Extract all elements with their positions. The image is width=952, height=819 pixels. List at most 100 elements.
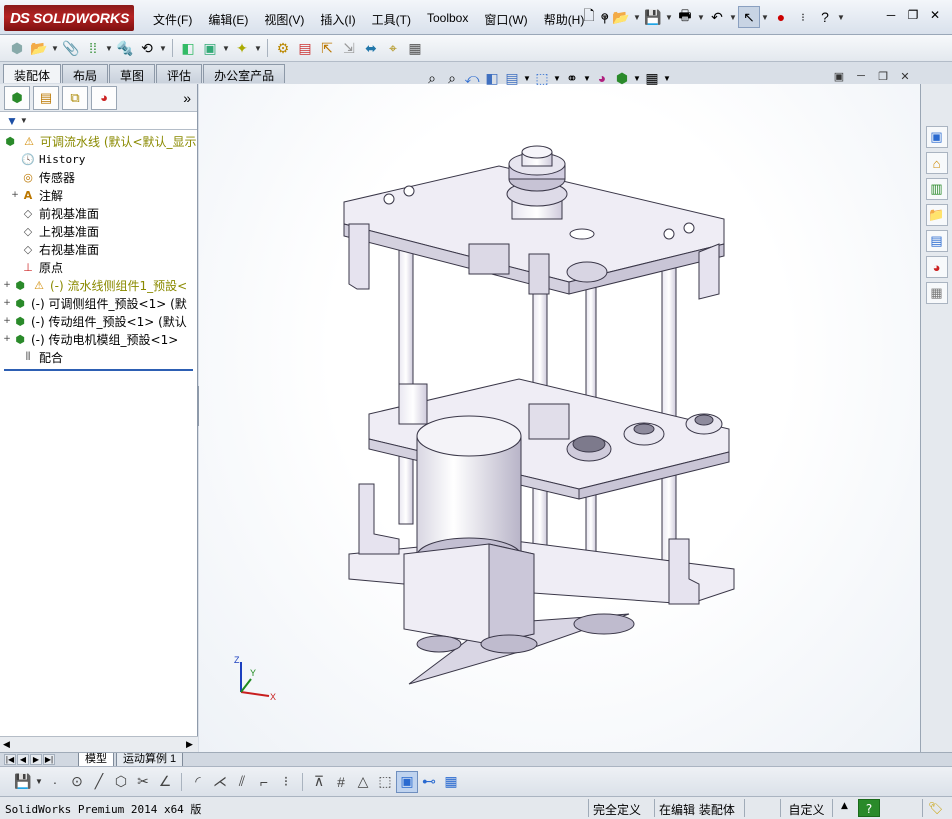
edit-component-icon[interactable]: ⬢ [6,37,28,59]
units-selector[interactable]: 自定义 [780,799,832,817]
corner-icon[interactable]: ⌐ [253,771,275,793]
tree-item-top-plane[interactable]: ◇ 上视基准面 [0,222,197,240]
horizontal-scrollbar[interactable]: ◀ ▶ [0,736,198,752]
display-style-dropdown-icon[interactable]: ▼ [582,74,592,83]
tree-item-right-plane[interactable]: ◇ 右视基准面 [0,240,197,258]
measure-icon[interactable]: ⊷ [418,771,440,793]
save-icon[interactable]: 💾 [12,771,34,793]
instant3d-icon[interactable]: ⌖ [382,37,404,59]
move-component-icon[interactable]: ⟲ [136,37,158,59]
options-icon[interactable]: ⁝ [792,6,814,28]
interference-detection-icon[interactable]: ⬌ [360,37,382,59]
tab-assembly[interactable]: 装配体 [3,64,62,83]
units-arrow-icon[interactable]: ▲ [832,799,856,817]
save-icon[interactable]: 💾 [642,6,664,28]
first-tab-icon[interactable]: |◀ [4,754,16,765]
point-icon[interactable]: · [44,771,66,793]
open-folder-icon[interactable]: 📂 [610,6,632,28]
line-icon[interactable]: ╱ [88,771,110,793]
orientation-dropdown-icon[interactable]: ▼ [552,74,562,83]
apply-scene-icon[interactable]: ⬢ [612,68,632,88]
view-palette-icon[interactable]: ▤ [925,230,948,252]
zoom-to-area-icon[interactable]: ⌕ [442,68,462,88]
minimize-icon[interactable]: ─ [880,8,902,26]
undo-icon[interactable]: ↶ [706,6,728,28]
tab-evaluate[interactable]: 评估 [156,64,203,83]
previous-tab-icon[interactable]: ◀ [17,754,29,765]
menu-insert[interactable]: 插入(I) [312,8,363,31]
expand-icon[interactable]: + [2,334,12,344]
construction-icon[interactable]: ⁝ [275,771,297,793]
trim-icon[interactable]: ✂ [132,771,154,793]
propertymanager-tab-icon[interactable]: ▤ [33,85,59,110]
tree-item-front-plane[interactable]: ◇ 前视基准面 [0,204,197,222]
scroll-right-icon[interactable]: ▶ [186,739,193,750]
fillet-icon[interactable]: ◜ [187,771,209,793]
angle-icon[interactable]: ∠ [154,771,176,793]
dimension-icon[interactable]: ⊼ [308,771,330,793]
linear-pattern-icon[interactable]: ⁞⁞ [82,37,104,59]
status-help-icon[interactable]: ? [858,799,880,817]
viewport-split-icon[interactable]: ▣ [828,70,850,86]
insert-dropdown-icon[interactable]: ▼ [50,44,60,53]
featuremanager-tab-icon[interactable]: ⬢ [4,85,30,110]
polygon-icon[interactable]: ⬡ [110,771,132,793]
tab-layout[interactable]: 布局 [62,64,109,83]
save-dropdown-icon[interactable]: ▼ [664,13,674,22]
tree-item-subassembly[interactable]: + ⬢ ⚠ (-) 流水线侧组件1_预設< [0,276,197,294]
shaded-display-icon[interactable]: ▦ [404,37,426,59]
grid-icon[interactable]: # [330,771,352,793]
insert-component-icon[interactable]: 📂 [28,37,50,59]
next-tab-icon[interactable]: ▶ [30,754,42,765]
tab-office-products[interactable]: 办公室产品 [203,64,286,83]
tree-item-annotations[interactable]: + A 注解 [0,186,197,204]
section-view-icon[interactable]: ◧ [482,68,502,88]
help-question-icon[interactable]: ? [814,6,836,28]
select-dropdown-icon[interactable]: ▼ [760,13,770,22]
configurationmanager-tab-icon[interactable]: ⧉ [62,85,88,110]
table-icon[interactable]: ▦ [440,771,462,793]
pattern-dropdown-icon[interactable]: ▼ [104,44,114,53]
print-icon[interactable]: 🖶 [674,6,696,28]
select-arrow-icon[interactable]: ↖ [738,6,760,28]
save-dropdown-icon[interactable]: ▼ [34,777,44,786]
features-dropdown-icon[interactable]: ▼ [221,44,231,53]
assembly-model-view[interactable] [199,84,920,752]
close-icon[interactable]: ✕ [924,8,946,26]
viewport-restore-icon[interactable]: ❐ [872,70,894,86]
tree-root-assembly[interactable]: ⬢ ⚠ 可调流水线 (默认<默认_显示 [0,132,197,150]
viewport-minimize-icon[interactable]: ─ [850,70,872,86]
assembly-features-icon[interactable]: ▣ [199,37,221,59]
explode-line-sketch-icon[interactable]: ⇲ [338,37,360,59]
undo-dropdown-icon[interactable]: ▼ [728,13,738,22]
solidworks-resources-icon[interactable]: ▣ [925,126,948,148]
design-library-icon[interactable]: ▥ [925,178,948,200]
print-dropdown-icon[interactable]: ▼ [696,13,706,22]
appearances-icon[interactable]: ◕ [925,256,948,278]
scroll-left-icon[interactable]: ◀ [3,739,10,750]
menu-view[interactable]: 视图(V) [256,8,312,31]
menu-file[interactable]: 文件(F) [145,8,200,31]
dynamic-annotation-icon[interactable]: ▤ [502,68,522,88]
shaded-box-icon[interactable]: ▣ [396,770,418,793]
expand-icon[interactable]: + [10,190,20,200]
last-tab-icon[interactable]: ▶| [43,754,55,765]
viewport-close-icon[interactable]: ✕ [894,70,916,86]
rollback-bar[interactable] [4,369,193,371]
tab-sketch[interactable]: 草图 [109,64,156,83]
custom-properties-icon[interactable]: ▦ [925,282,948,304]
exploded-view-icon[interactable]: ⇱ [316,37,338,59]
annotation-dropdown-icon[interactable]: ▼ [522,74,532,83]
solidworks-logo[interactable]: DS SOLIDWORKS [4,5,134,31]
expand-icon[interactable]: + [2,280,12,290]
status-tag-icon[interactable]: 🏷 [922,799,948,817]
home-icon[interactable]: ⌂ [925,152,948,174]
edit-appearance-icon[interactable]: ◕ [592,68,612,88]
reference-dropdown-icon[interactable]: ▼ [253,44,263,53]
menu-window[interactable]: 窗口(W) [476,8,535,31]
filter-icon[interactable]: ▼ [6,114,18,128]
reference-geometry-icon[interactable]: ✦ [231,37,253,59]
tree-item-sensors[interactable]: ◎ 传感器 [0,168,197,186]
view-settings-icon[interactable]: ▦ [642,68,662,88]
view-settings-dropdown-icon[interactable]: ▼ [662,74,672,83]
